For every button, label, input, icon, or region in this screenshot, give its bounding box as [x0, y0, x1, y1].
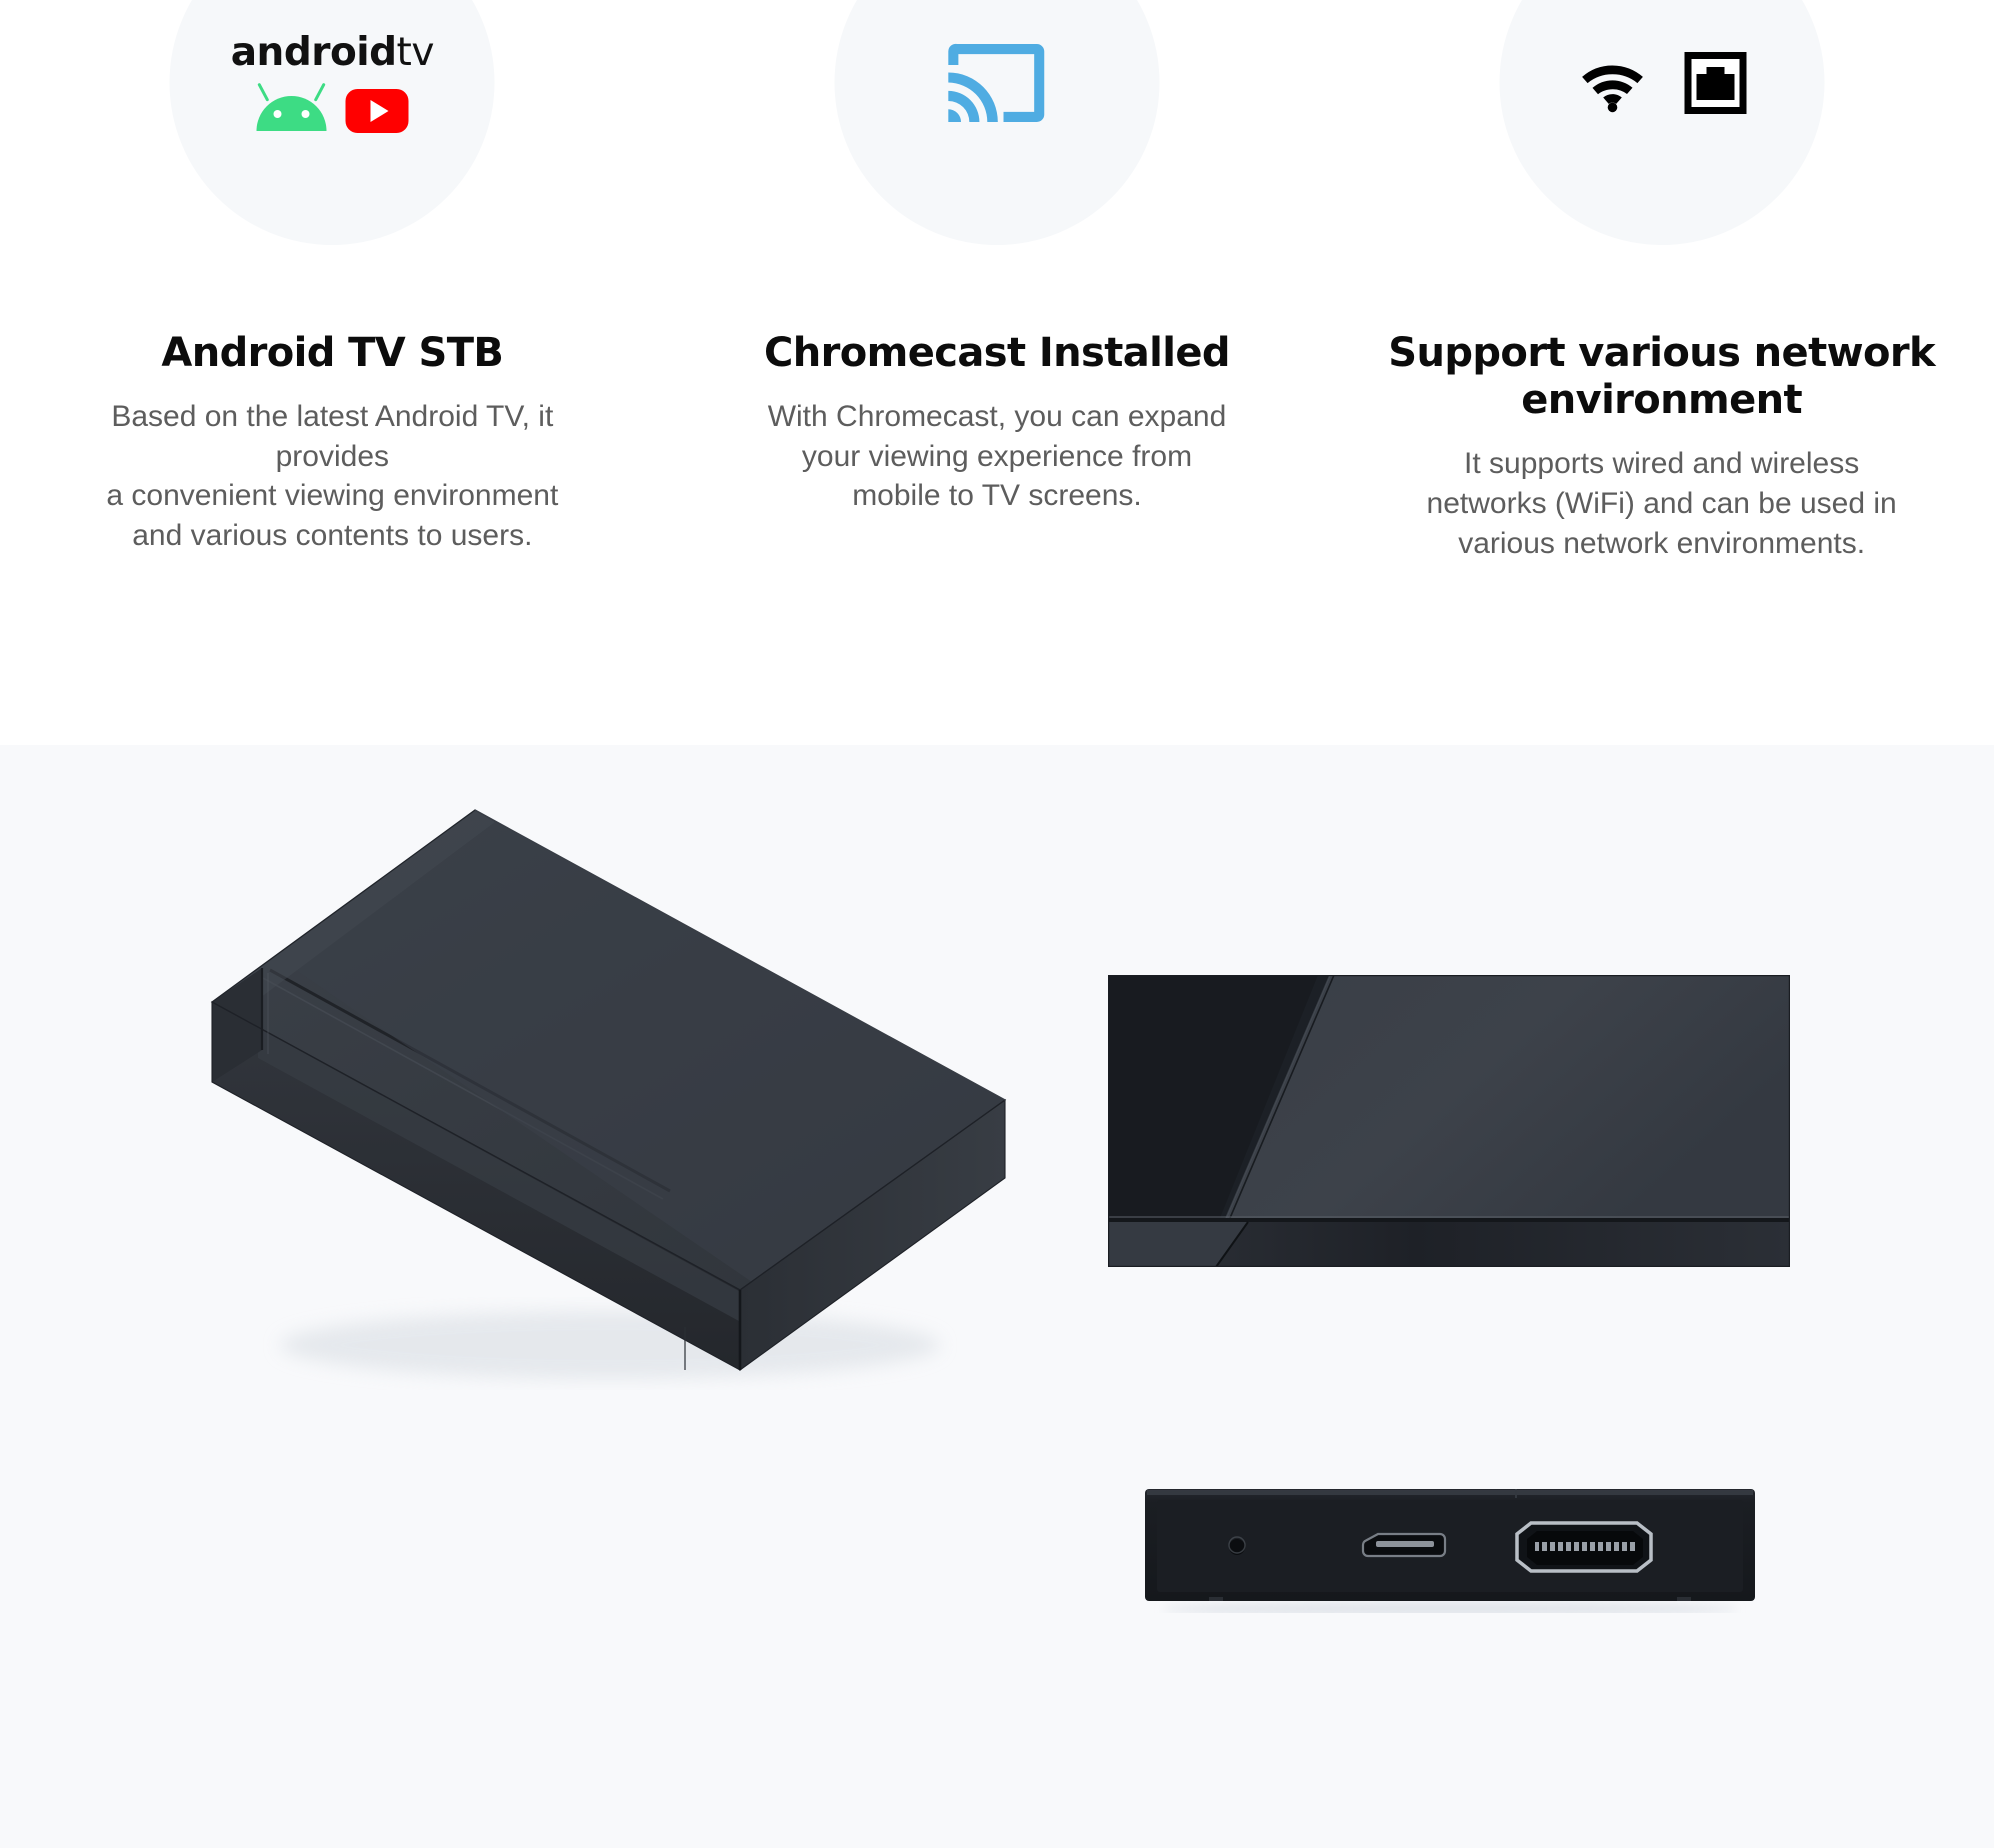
- product-stage: [0, 745, 1994, 1848]
- product-isometric-view: [140, 770, 1040, 1390]
- desc-line: various network environments.: [1458, 526, 1866, 560]
- stb-rear-svg: [1108, 974, 1790, 1268]
- desc-line: your viewing experience from: [801, 439, 1193, 473]
- feature-description: It supports wired and wireless networks …: [1382, 444, 1942, 563]
- feature-title: Android TV STB: [161, 330, 504, 376]
- product-image-panel: [0, 745, 1994, 1848]
- android-wordmark-bold: android: [230, 29, 397, 75]
- desc-line: Based on the latest Android TV, it provi…: [111, 400, 554, 473]
- stb-ports-svg: [1145, 1489, 1755, 1617]
- android-tv-wordmark: androidtv: [230, 29, 435, 75]
- desc-line: mobile to TV screens.: [852, 479, 1142, 513]
- desc-line: With Chromecast, you can expand: [767, 400, 1227, 434]
- desc-line: and various contents to users.: [132, 518, 533, 552]
- desc-line: It supports wired and wireless: [1464, 447, 1860, 481]
- youtube-icon: [345, 88, 409, 133]
- feature-text-block: Chromecast Installed With Chromecast, yo…: [665, 330, 1330, 516]
- desc-line: a convenient viewing environment: [106, 479, 559, 513]
- feature-text-block: Support various network environment It s…: [1329, 330, 1994, 563]
- product-feature-page: androidtv Android TV STB Based on the la…: [0, 0, 1994, 1848]
- android-robot-icon: [256, 82, 327, 131]
- feature-network-support: Support various network environment It s…: [1329, 0, 1994, 745]
- feature-row: androidtv Android TV STB Based on the la…: [0, 0, 1994, 745]
- feature-text-block: Android TV STB Based on the latest Andro…: [0, 330, 665, 556]
- feature-title: Support various network environment: [1388, 330, 1935, 424]
- wifi-icon: [1582, 64, 1644, 112]
- chromecast-icon-circle: [834, 0, 1160, 245]
- chromecast-cast-icon: [948, 43, 1045, 122]
- stb-isometric-svg: [210, 809, 1007, 1379]
- network-icon-circle: [1499, 0, 1825, 245]
- desc-line: networks (WiFi) and can be used in: [1426, 486, 1897, 520]
- android-wordmark-light: tv: [396, 29, 435, 75]
- feature-description: With Chromecast, you can expand your vie…: [717, 397, 1277, 516]
- micro-usb-port: [1361, 1532, 1447, 1558]
- feature-title: Chromecast Installed: [764, 330, 1230, 376]
- android-tv-sub-logos: [256, 82, 409, 133]
- feature-chromecast-installed: Chromecast Installed With Chromecast, yo…: [665, 0, 1330, 745]
- android-tv-logo-circle: androidtv: [169, 0, 495, 245]
- feature-android-tv-stb: androidtv Android TV STB Based on the la…: [0, 0, 665, 745]
- product-rear-view: [1108, 974, 1790, 1268]
- ethernet-port-icon: [1684, 51, 1747, 114]
- feature-description: Based on the latest Android TV, it provi…: [52, 397, 612, 555]
- product-port-view: [1145, 1485, 1755, 1617]
- hdmi-port: [1515, 1521, 1653, 1573]
